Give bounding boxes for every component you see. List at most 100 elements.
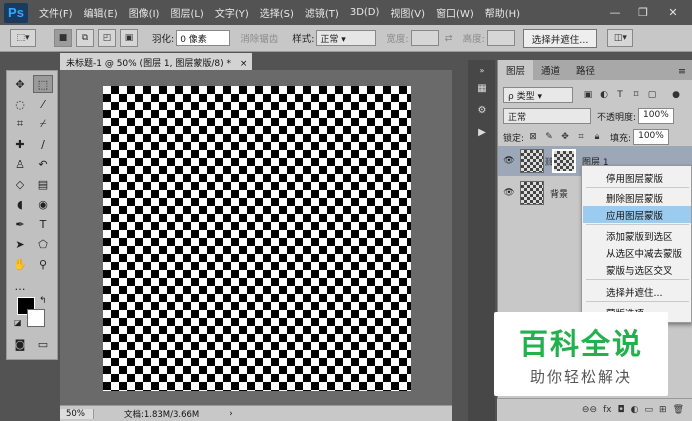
select-and-mask-button[interactable]: 选择并遮住... — [522, 28, 598, 48]
tool-preset-picker[interactable]: ⬚▾ — [10, 29, 36, 47]
menu-item-apply-mask[interactable]: 应用图层蒙版 — [583, 206, 691, 223]
properties-panel-icon[interactable]: ⚙ — [472, 102, 492, 118]
menu-window[interactable]: 窗口(W) — [436, 5, 474, 20]
fill-input[interactable]: 100% — [633, 129, 670, 145]
document-tab[interactable]: 未标题-1 @ 50% (图层 1, 图层蒙版/8) * × — [60, 53, 252, 70]
filter-shape-icon[interactable]: ⌑ — [629, 88, 643, 102]
menu-item-select-and-mask[interactable]: 选择并遮住... — [583, 283, 691, 300]
blur-tool-icon[interactable]: ◖ — [10, 195, 30, 213]
crop-tool-icon[interactable]: ⌗ — [10, 115, 30, 133]
hand-tool-icon[interactable]: ✋ — [10, 255, 30, 273]
menu-edit[interactable]: 编辑(E) — [84, 5, 118, 20]
adjustment-layer-icon[interactable]: ◐ — [631, 405, 639, 415]
menu-view[interactable]: 视图(V) — [390, 5, 425, 20]
zoom-level[interactable]: 50% — [60, 408, 94, 419]
lock-all-icon[interactable]: 🔒︎ — [590, 130, 604, 144]
swap-colors-icon[interactable]: ↰ — [39, 296, 47, 306]
lasso-tool-icon[interactable]: ◌ — [10, 95, 30, 113]
healing-brush-tool-icon[interactable]: ✚ — [10, 135, 30, 153]
panel-menu-icon[interactable]: ≡ — [672, 63, 692, 80]
subtract-selection-button[interactable]: ◰ — [98, 29, 116, 47]
menu-3d[interactable]: 3D(D) — [350, 7, 380, 18]
lock-artboard-icon[interactable]: ⌗ — [574, 130, 588, 144]
status-expand-icon[interactable]: › — [229, 409, 232, 419]
opacity-input[interactable]: 100% — [638, 108, 675, 124]
minimize-button[interactable]: — — [604, 3, 626, 21]
menu-type[interactable]: 文字(Y) — [215, 5, 249, 20]
lock-position-icon[interactable]: ✥ — [558, 130, 572, 144]
menu-item-add-mask-to-selection[interactable]: 添加蒙版到选区 — [583, 227, 691, 244]
lock-transparent-icon[interactable]: ⊠ — [526, 130, 540, 144]
filter-adjustment-icon[interactable]: ◐ — [597, 88, 611, 102]
menu-help[interactable]: 帮助(H) — [485, 5, 520, 20]
history-brush-tool-icon[interactable]: ↶ — [33, 155, 53, 173]
workspace-switcher[interactable]: ◫▾ — [607, 29, 634, 47]
gradient-tool-icon[interactable]: ▤ — [33, 175, 53, 193]
height-input[interactable] — [486, 30, 515, 46]
tab-channels[interactable]: 通道 — [533, 60, 568, 80]
tab-layers[interactable]: 图层 — [498, 60, 534, 80]
intersect-selection-button[interactable]: ▣ — [120, 29, 138, 47]
filter-pixel-icon[interactable]: ▣ — [581, 88, 595, 102]
new-group-icon[interactable]: ▭ — [645, 405, 654, 415]
menu-file[interactable]: 文件(F) — [39, 5, 73, 20]
visibility-eye-icon[interactable]: 👁︎ — [498, 188, 520, 198]
restore-button[interactable]: ❐ — [632, 3, 654, 21]
menu-select[interactable]: 选择(S) — [260, 5, 294, 20]
canvas-checkerboard-image[interactable] — [103, 86, 411, 391]
style-select[interactable]: 正常 ▾ — [316, 30, 377, 46]
delete-layer-icon[interactable]: 🗑︎ — [673, 405, 684, 415]
history-panel-icon[interactable]: ▦ — [472, 80, 492, 96]
menu-image[interactable]: 图像(I) — [129, 5, 160, 20]
close-tab-icon[interactable]: × — [240, 59, 248, 69]
marquee-tool-icon[interactable]: ⬚ — [33, 75, 53, 93]
path-selection-tool-icon[interactable]: ➤ — [10, 235, 30, 253]
filter-toggle-icon[interactable]: ● — [669, 88, 683, 102]
add-selection-button[interactable]: ⧉ — [76, 29, 94, 47]
new-layer-icon[interactable]: ⊞ — [659, 405, 667, 415]
eraser-tool-icon[interactable]: ◇ — [10, 175, 30, 193]
magic-wand-tool-icon[interactable]: ⁄ — [33, 95, 53, 113]
type-tool-icon[interactable]: T — [33, 215, 53, 233]
zoom-tool-icon[interactable]: ⚲ — [33, 255, 53, 273]
menu-layer[interactable]: 图层(L) — [170, 5, 203, 20]
layer-style-icon[interactable]: fx — [603, 405, 612, 415]
tab-paths[interactable]: 路径 — [568, 60, 603, 80]
feather-input[interactable]: 0 像素 — [176, 30, 231, 46]
link-layers-icon[interactable]: ⊖⊖ — [582, 405, 597, 415]
menu-filter[interactable]: 滤镜(T) — [305, 5, 339, 20]
background-color-swatch[interactable] — [27, 309, 45, 327]
menu-item-delete-mask[interactable]: 删除图层蒙版 — [583, 189, 691, 206]
blend-mode-select[interactable]: 正常 — [503, 108, 591, 124]
width-input[interactable] — [410, 30, 439, 46]
filter-type-icon[interactable]: T — [613, 88, 627, 102]
actions-panel-icon[interactable]: ▶ — [472, 124, 492, 140]
more-tools-icon[interactable]: … — [10, 277, 30, 295]
move-tool-icon[interactable]: ✥ — [10, 75, 30, 93]
collapse-dock-icon[interactable]: » — [472, 62, 492, 78]
visibility-eye-icon[interactable]: 👁︎ — [498, 156, 520, 166]
eyedropper-tool-icon[interactable]: ⌿ — [33, 115, 53, 133]
filter-kind-select[interactable]: ρ 类型 ▾ — [503, 87, 573, 103]
new-selection-button[interactable]: ■ — [54, 29, 72, 47]
layer-mask-thumbnail[interactable] — [552, 149, 576, 173]
dodge-tool-icon[interactable]: ◉ — [33, 195, 53, 213]
antialias-checkbox[interactable]: 消除锯齿 — [240, 31, 278, 45]
menu-item-intersect-mask-selection[interactable]: 蒙版与选区交叉 — [583, 261, 691, 278]
menu-divider — [586, 279, 689, 280]
default-colors-icon[interactable]: ◪ — [14, 318, 22, 327]
screen-mode-icon[interactable]: ▭ — [33, 335, 53, 353]
shape-tool-icon[interactable]: ⬠ — [33, 235, 53, 253]
mask-link-icon[interactable]: ⛓ — [544, 157, 554, 166]
quick-mask-icon[interactable]: ◙ — [10, 335, 30, 353]
filter-smart-object-icon[interactable]: ▢ — [645, 88, 659, 102]
brush-tool-icon[interactable]: ∕ — [33, 135, 53, 153]
add-mask-icon[interactable]: ◘ — [618, 405, 625, 415]
clone-stamp-tool-icon[interactable]: ♙ — [10, 155, 30, 173]
swap-icon[interactable]: ⇄ — [445, 33, 453, 44]
pen-tool-icon[interactable]: ✒ — [10, 215, 30, 233]
close-window-button[interactable]: ✕ — [662, 3, 684, 21]
menu-item-disable-mask[interactable]: 停用图层蒙版 — [583, 169, 691, 186]
lock-image-icon[interactable]: ✎ — [542, 130, 556, 144]
menu-item-subtract-mask-from-selection[interactable]: 从选区中减去蒙版 — [583, 244, 691, 261]
